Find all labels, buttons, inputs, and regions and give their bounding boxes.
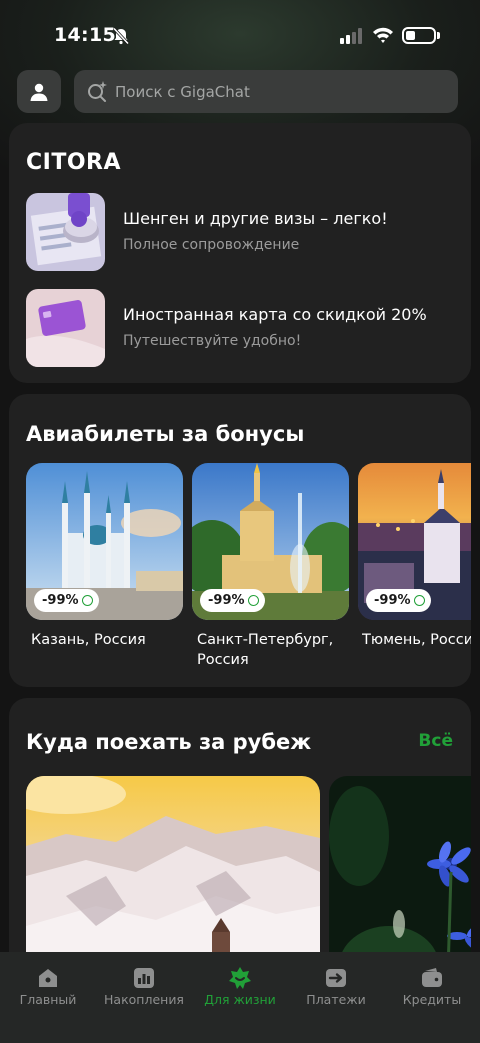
battery-icon — [402, 27, 436, 44]
nav-label-life: Для жизни — [204, 992, 276, 1007]
home-icon — [39, 969, 57, 987]
transfer-icon — [326, 969, 346, 987]
status-time: 14:15 — [54, 24, 116, 46]
search-placeholder: Поиск с GigaChat — [115, 83, 250, 101]
nav-label-home: Главный — [19, 992, 77, 1007]
visa-thumbnail[interactable] — [26, 193, 105, 271]
abroad-title: Куда поехать за рубеж — [26, 730, 312, 754]
promo-visa-subtitle: Полное сопровождение — [123, 237, 300, 253]
user-icon — [30, 83, 48, 101]
see-all-link[interactable]: Всё — [418, 731, 453, 751]
nav-item-savings[interactable]: Накопления — [96, 952, 192, 1022]
city-name-tyumen: Тюмень, Россия — [362, 632, 471, 648]
nav-label-savings: Накопления — [104, 992, 184, 1007]
bonus-icon — [247, 595, 259, 606]
discount-badge: -99% — [366, 589, 431, 612]
city-tile-tyumen[interactable]: -99% — [358, 463, 471, 620]
city-tile-kazan[interactable]: -99% — [26, 463, 183, 620]
flights-card: Авиабилеты за бонусы -99% Казань, Россия… — [9, 394, 471, 687]
citora-title: CITORA — [26, 150, 122, 175]
battery-tip — [437, 32, 440, 39]
promo-visa-title[interactable]: Шенген и другие визы – легко! — [123, 209, 388, 228]
promo-card-subtitle: Путешествуйте удобно! — [123, 333, 302, 349]
nav-item-life[interactable]: Для жизни — [192, 952, 288, 1022]
signal-icon — [340, 28, 362, 44]
bottom-nav: Главный Накопления Для жизни Платежи Кре… — [0, 952, 480, 1043]
citora-card: CITORA Шенген и другие визы – легко! Пол… — [9, 123, 471, 383]
wallet-icon — [422, 968, 442, 987]
gigachat-search-icon — [88, 81, 107, 102]
bonus-icon — [413, 595, 425, 606]
nav-item-payments[interactable]: Платежи — [288, 952, 384, 1022]
nav-item-credits[interactable]: Кредиты — [384, 952, 480, 1022]
discount-badge: -99% — [34, 589, 99, 612]
status-bar: 14:15 — [0, 0, 480, 70]
card-thumbnail[interactable] — [26, 289, 105, 367]
profile-button[interactable] — [17, 70, 61, 113]
nav-label-payments: Платежи — [306, 992, 366, 1007]
city-tile-spb[interactable]: -99% — [192, 463, 349, 620]
purple-card-image — [26, 289, 105, 367]
nav-item-home[interactable]: Главный — [0, 952, 96, 1022]
discount-badge: -99% — [200, 589, 265, 612]
star-icon — [229, 967, 251, 989]
promo-card-title[interactable]: Иностранная карта со скидкой 20% — [123, 305, 427, 324]
city-name-kazan: Казань, Россия — [31, 632, 146, 648]
nav-label-credits: Кредиты — [402, 992, 462, 1007]
bell-off-icon — [112, 27, 130, 45]
visa-stamp-image — [26, 193, 105, 271]
wifi-icon — [373, 27, 393, 43]
bonus-icon — [81, 595, 93, 606]
search-input[interactable]: Поиск с GigaChat — [74, 70, 458, 113]
chart-icon — [134, 968, 154, 988]
flights-title: Авиабилеты за бонусы — [26, 422, 305, 446]
city-name-spb: Санкт-Петербург, Россия — [197, 632, 334, 668]
